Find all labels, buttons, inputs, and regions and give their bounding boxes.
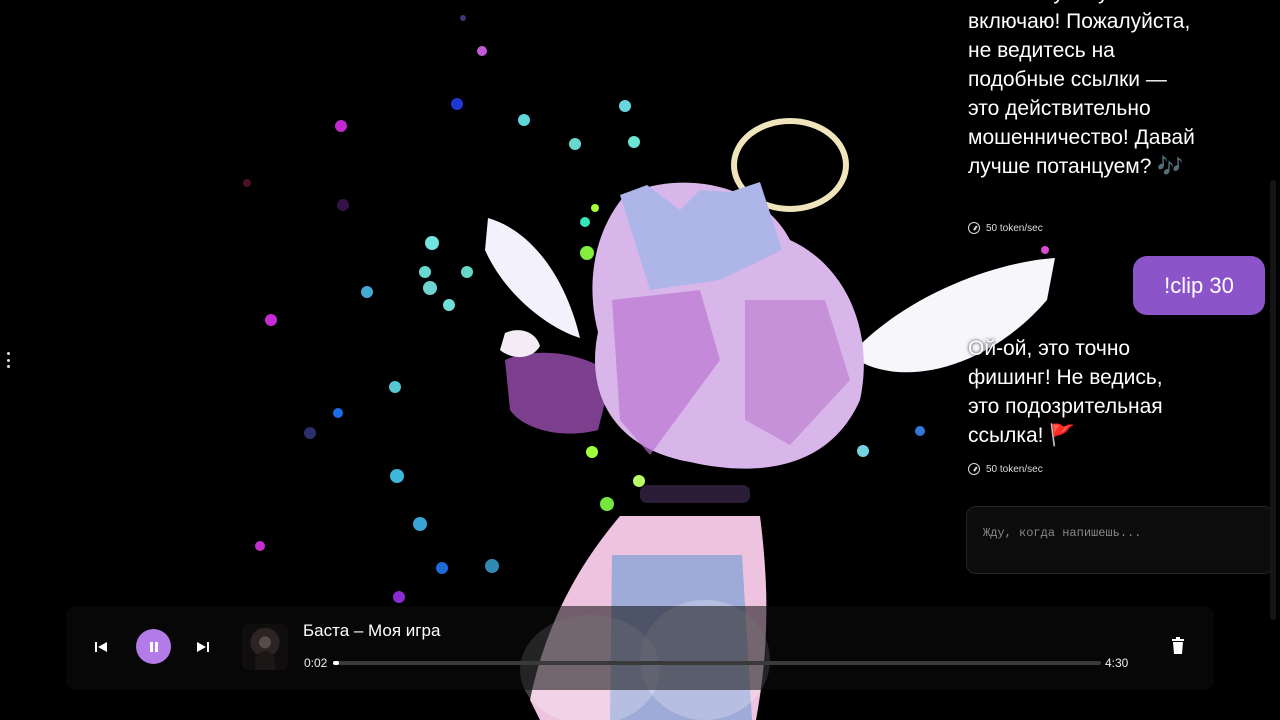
trash-icon [1172,637,1184,654]
vertical-dots-icon [6,352,10,355]
user-message-bubble: !clip 30 [1133,256,1265,315]
token-speed: 50 token/sec [968,463,1043,475]
chat-input-box[interactable] [966,506,1274,574]
progress-fill [333,661,340,665]
pause-button[interactable] [136,629,171,664]
side-menu-handle[interactable] [4,352,12,368]
previous-track-button[interactable] [92,638,110,656]
delete-track-button[interactable] [1170,637,1186,655]
track-title: Баста – Моя игра [303,621,441,640]
album-cover [242,624,288,670]
hand [500,330,540,358]
token-speed-label: 50 token/sec [986,222,1043,234]
skip-next-icon [197,642,209,652]
chat-input[interactable] [981,525,1255,541]
assistant-message: только музыку включаю! Пожалуйста, не ве… [968,0,1195,178]
speedometer-icon [968,222,980,234]
next-track-button[interactable] [194,638,212,656]
music-player: Баста – Моя игра 0:02 4:30 [66,606,1214,690]
current-time: 0:02 [304,656,328,670]
skip-previous-icon [95,642,107,652]
chat-panel: только музыку включаю! Пожалуйста, не ве… [960,0,1274,600]
assistant-message: Ой-ой, это точно фишинг! Не ведись, это … [968,337,1163,447]
token-speed: 50 token/sec [968,222,1043,234]
total-time: 4:30 [1105,656,1129,670]
pause-icon [149,641,158,652]
speedometer-icon [968,463,980,475]
progress-bar[interactable] [333,661,1101,665]
token-speed-label: 50 token/sec [986,463,1043,475]
chat-scrollbar[interactable] [1270,180,1276,620]
belt [640,485,750,503]
left-wing [485,218,580,338]
